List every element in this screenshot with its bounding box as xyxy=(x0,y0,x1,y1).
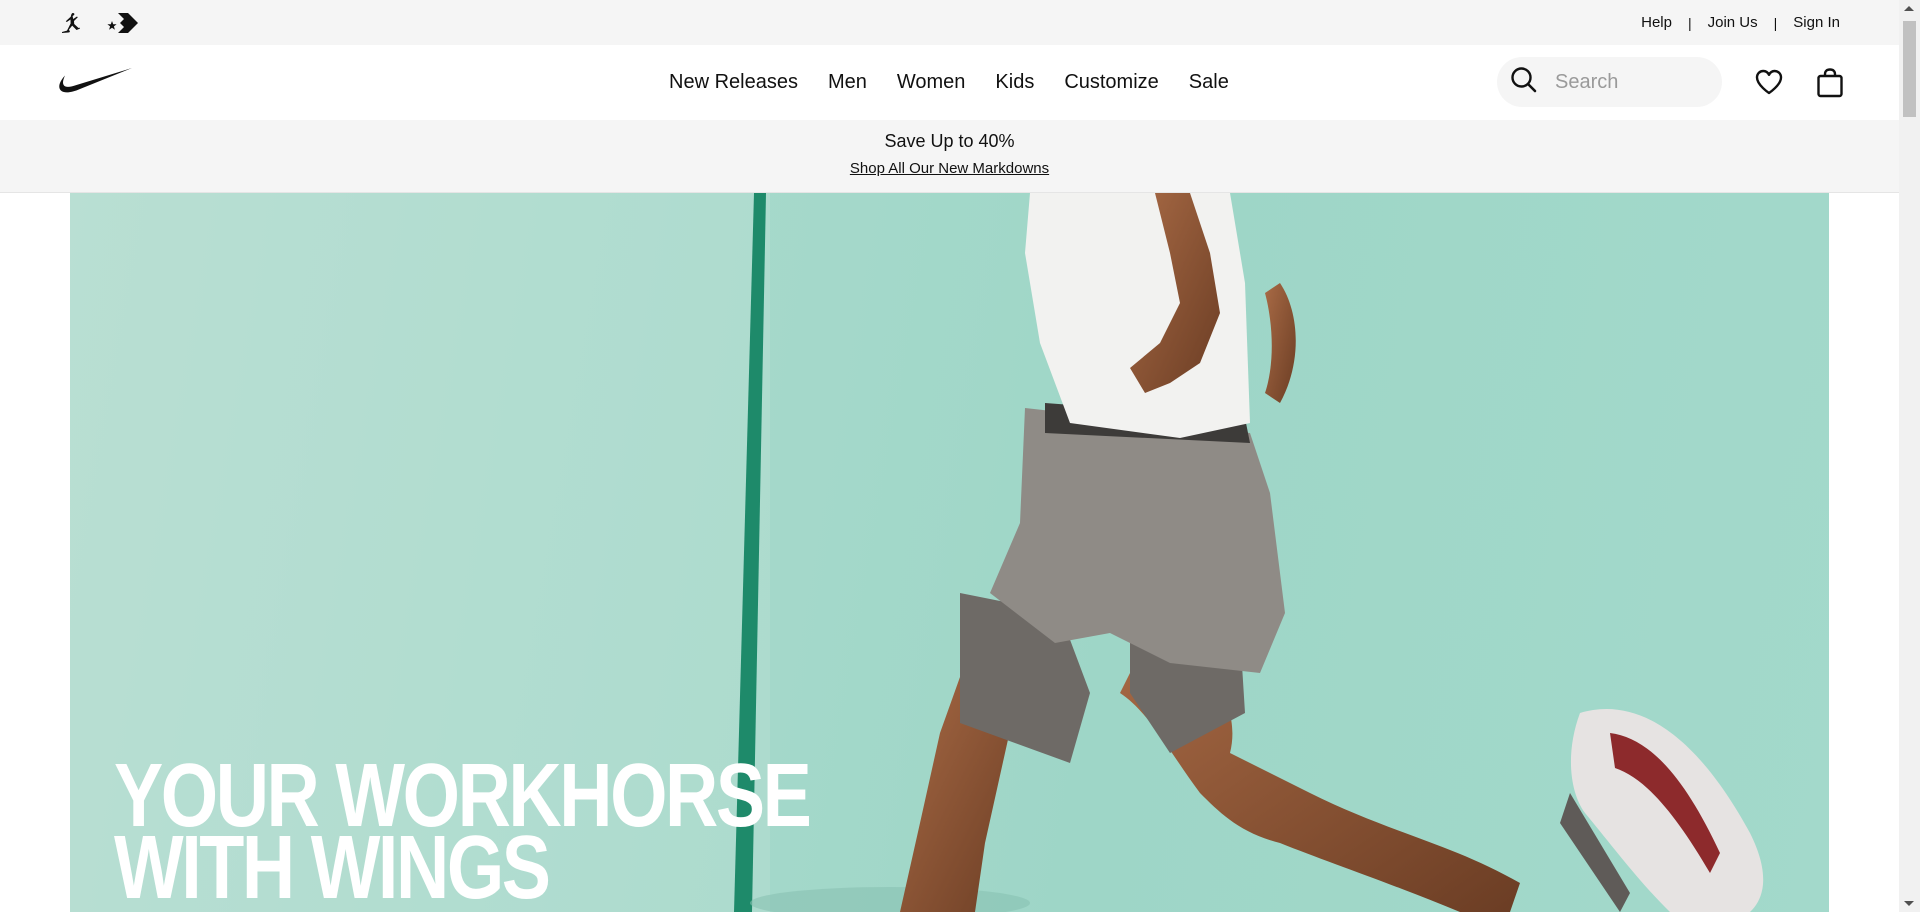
utility-bar: Help | Join Us | Sign In xyxy=(0,0,1899,45)
scrollbar-thumb[interactable] xyxy=(1903,21,1916,117)
join-us-link[interactable]: Join Us xyxy=(1708,14,1758,31)
search-box[interactable] xyxy=(1497,57,1722,107)
jordan-jumpman-icon[interactable] xyxy=(59,11,83,35)
vertical-scrollbar[interactable] xyxy=(1899,0,1920,912)
promo-headline: Save Up to 40% xyxy=(884,131,1015,151)
heart-icon[interactable] xyxy=(1754,68,1784,101)
converse-star-chevron-icon[interactable] xyxy=(107,11,139,35)
nav-kids[interactable]: Kids xyxy=(995,71,1034,94)
nav-customize[interactable]: Customize xyxy=(1064,71,1158,94)
utility-links: Help | Join Us | Sign In xyxy=(1641,14,1840,31)
hero-title: YOUR WORKHORSE WITH WINGS xyxy=(114,751,812,912)
nav-new-releases[interactable]: New Releases xyxy=(669,71,798,94)
nav-sale[interactable]: Sale xyxy=(1189,71,1229,94)
nav-men[interactable]: Men xyxy=(828,71,867,94)
search-icon[interactable] xyxy=(1509,65,1539,100)
brand-icons xyxy=(59,11,139,35)
nav-women[interactable]: Women xyxy=(897,71,966,94)
scroll-up-arrow-icon[interactable] xyxy=(1904,6,1914,11)
promo-link[interactable]: Shop All Our New Markdowns xyxy=(850,160,1049,177)
separator: | xyxy=(1687,14,1692,31)
bag-icon[interactable] xyxy=(1815,67,1845,104)
promo-banner: Save Up to 40% Shop All Our New Markdown… xyxy=(0,120,1899,193)
search-input[interactable] xyxy=(1555,70,1705,94)
hero-banner[interactable]: YOUR WORKHORSE WITH WINGS xyxy=(70,193,1829,912)
sign-in-link[interactable]: Sign In xyxy=(1793,14,1840,31)
nike-swoosh-logo[interactable] xyxy=(58,67,134,100)
help-link[interactable]: Help xyxy=(1641,14,1672,31)
scroll-down-arrow-icon[interactable] xyxy=(1904,901,1914,906)
separator: | xyxy=(1773,14,1778,31)
main-nav: New Releases Men Women Kids Customize Sa… xyxy=(0,45,1899,120)
primary-nav: New Releases Men Women Kids Customize Sa… xyxy=(669,45,1229,120)
